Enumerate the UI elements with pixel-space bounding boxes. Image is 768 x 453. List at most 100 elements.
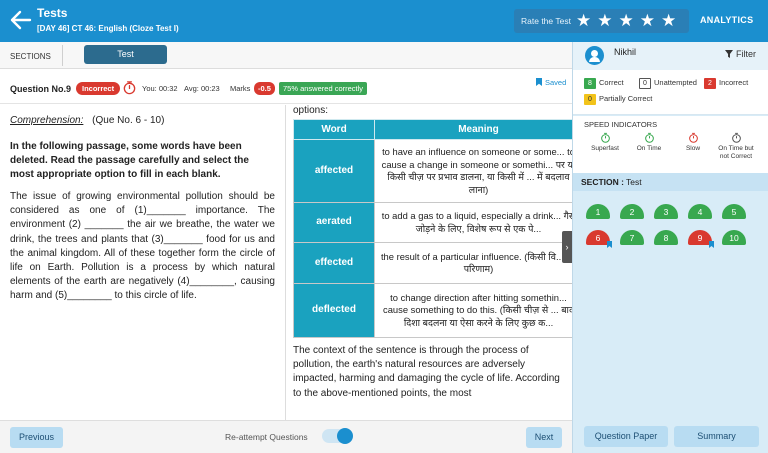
previous-button[interactable]: Previous [10, 427, 63, 448]
legend-partially-correct: 0 Partially Correct [584, 94, 652, 105]
star-icon[interactable]: ★ [619, 12, 634, 30]
rating-stars: ★ ★ ★ ★ ★ [576, 12, 676, 30]
answered-correctly-badge: 75% answered correctly [279, 82, 368, 95]
question-range: (Que No. 6 - 10) [92, 115, 165, 126]
question-palette-sidebar: Nikhil Filter 8 Correct 0 Unattempted 2 Inc… [572, 42, 768, 453]
rate-test-label: Rate the Test [521, 16, 571, 26]
section-label: SECTION : [581, 177, 624, 187]
passage-pane: Comprehension: (Que No. 6 - 10) In the f… [0, 105, 286, 420]
correct-count: 8 [584, 78, 596, 89]
incorrect-count: 2 [704, 78, 716, 89]
marks-label: Marks [230, 84, 251, 93]
table-row: aerated to add a gas to a liquid, especi… [293, 202, 572, 243]
slow-timer-icon [688, 132, 698, 143]
question-palette-button[interactable]: 8 [654, 230, 678, 245]
table-row: affected to have an influence on someone… [293, 139, 572, 203]
legend-unattempted: 0 Unattempted [639, 78, 697, 89]
question-palette-button[interactable]: 7 [620, 230, 644, 245]
legend-incorrect: 2 Incorrect [704, 78, 748, 89]
question-palette-button[interactable]: 6 [586, 230, 612, 248]
question-number-label: 4 [697, 207, 703, 217]
comprehension-title: Comprehension: [10, 115, 84, 126]
legend-label: Incorrect [719, 78, 749, 87]
options-label: options: [293, 105, 329, 116]
reattempt-toggle[interactable] [322, 428, 353, 444]
back-arrow-icon[interactable] [9, 9, 33, 31]
question-number-label: 7 [629, 233, 635, 243]
question-number: Question No.9 [10, 84, 72, 94]
question-palette-button[interactable]: 4 [688, 204, 712, 219]
column-header-meaning: Meaning [374, 119, 572, 140]
analytics-button[interactable]: ANALYTICS [700, 15, 753, 25]
word-cell: affected [293, 139, 375, 203]
saved-button[interactable]: Saved [536, 78, 566, 87]
passage-text: The issue of growing environmental pollu… [10, 191, 275, 302]
your-time: You: 00:32 [142, 84, 178, 93]
average-time: Avg: 00:23 [184, 84, 220, 93]
word-meaning-table: Word Meaning affected to have an influen… [293, 119, 572, 338]
meaning-cell: to change direction after hitting someth… [374, 283, 572, 338]
toggle-knob [337, 428, 353, 444]
question-palette-button[interactable]: 1 [586, 204, 610, 219]
question-paper-button[interactable]: Question Paper [584, 426, 668, 447]
speed-on-time-not-correct: On Time but not Correct [713, 132, 759, 161]
question-palette-button[interactable]: 5 [722, 204, 746, 219]
filter-label: Filter [736, 49, 756, 59]
speed-label: On Time [636, 145, 662, 152]
divider [62, 45, 63, 66]
saved-label: Saved [545, 78, 567, 87]
star-icon[interactable]: ★ [640, 12, 655, 30]
question-number-label: 1 [595, 207, 601, 217]
section-header: SECTION : Test [573, 173, 768, 191]
section-tab-test[interactable]: Test [84, 45, 167, 64]
question-number-label: 9 [697, 233, 703, 243]
table-row: effected the result of a particular infl… [293, 242, 572, 284]
meaning-cell: the result of a particular influence. (क… [374, 242, 572, 284]
on-time-timer-icon [644, 132, 654, 143]
solution-pane: options: Word Meaning affected to have a… [287, 105, 572, 420]
sections-bar: SECTIONS Test [0, 42, 572, 69]
user-name: Nikhil [614, 47, 637, 57]
question-number-label: 8 [663, 233, 669, 243]
section-name: Test [625, 177, 642, 187]
legend-label: Unattempted [654, 78, 697, 87]
unattempted-count: 0 [639, 78, 651, 89]
bookmark-icon [709, 241, 714, 248]
sections-label: SECTIONS [10, 52, 51, 61]
summary-button[interactable]: Summary [674, 426, 759, 447]
reattempt-label: Re-attempt Questions [225, 432, 308, 442]
question-palette-button[interactable]: 3 [654, 204, 678, 219]
speed-label: On Time but not Correct [718, 145, 754, 160]
filter-icon [725, 50, 733, 58]
meaning-cell: to have an influence on someone or some.… [374, 139, 572, 203]
filter-button[interactable]: Filter [725, 49, 756, 59]
timer-icon [123, 81, 136, 95]
speed-on-time: On Time [626, 132, 672, 153]
comprehension-heading: Comprehension: (Que No. 6 - 10) [10, 115, 275, 126]
meaning-cell: to add a gas to a liquid, especially a d… [374, 202, 572, 243]
legend-correct: 8 Correct [584, 78, 624, 89]
collapse-panel-chevron-icon[interactable]: › [562, 231, 572, 263]
superfast-timer-icon [600, 132, 610, 143]
column-header-word: Word [293, 119, 375, 140]
star-icon[interactable]: ★ [661, 12, 676, 30]
marks-badge: -0.5 [254, 82, 275, 95]
table-header-row: Word Meaning [293, 119, 572, 140]
table-row: deflected to change direction after hitt… [293, 283, 572, 338]
user-row: Nikhil Filter [573, 42, 768, 70]
bookmark-icon [536, 78, 542, 86]
question-palette-button[interactable]: 9 [688, 230, 714, 248]
sidebar-footer: Question Paper Summary [573, 420, 768, 453]
on-time-not-correct-timer-icon [731, 132, 741, 143]
star-icon[interactable]: ★ [597, 12, 612, 30]
rate-test-panel: Rate the Test ★ ★ ★ ★ ★ [514, 9, 689, 33]
partial-count: 0 [584, 94, 596, 105]
question-palette-button[interactable]: 2 [620, 204, 644, 219]
question-number-label: 2 [629, 207, 635, 217]
question-palette-button[interactable]: 10 [722, 230, 746, 245]
question-number-label: 10 [729, 233, 739, 243]
word-cell: aerated [293, 202, 375, 243]
star-icon[interactable]: ★ [576, 12, 591, 30]
speed-label: Slow [685, 145, 701, 152]
next-button[interactable]: Next [526, 427, 562, 448]
